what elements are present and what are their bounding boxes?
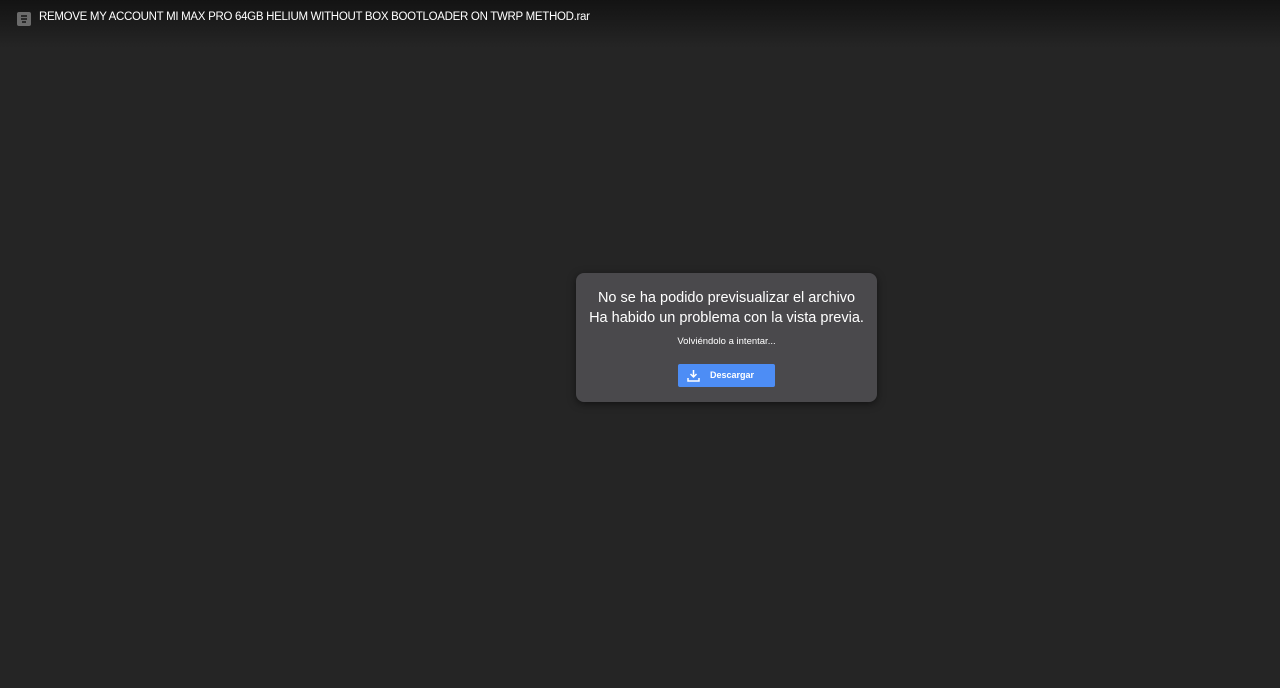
header-bar: REMOVE MY ACCOUNT MI MAX PRO 64GB HELIUM… xyxy=(0,0,1280,48)
download-label: Descargar xyxy=(710,370,755,380)
preview-error-dialog: No se ha podido previsualizar el archivo… xyxy=(576,273,877,402)
retry-status: Volviéndolo a intentar... xyxy=(677,336,776,347)
file-title: REMOVE MY ACCOUNT MI MAX PRO 64GB HELIUM… xyxy=(39,11,590,23)
error-title: No se ha podido previsualizar el archivo xyxy=(597,290,856,306)
error-message: Ha habido un problema con la vista previ… xyxy=(589,310,864,326)
archive-file-icon xyxy=(17,12,31,26)
download-button[interactable]: Descargar xyxy=(678,364,775,387)
download-icon xyxy=(687,370,700,382)
